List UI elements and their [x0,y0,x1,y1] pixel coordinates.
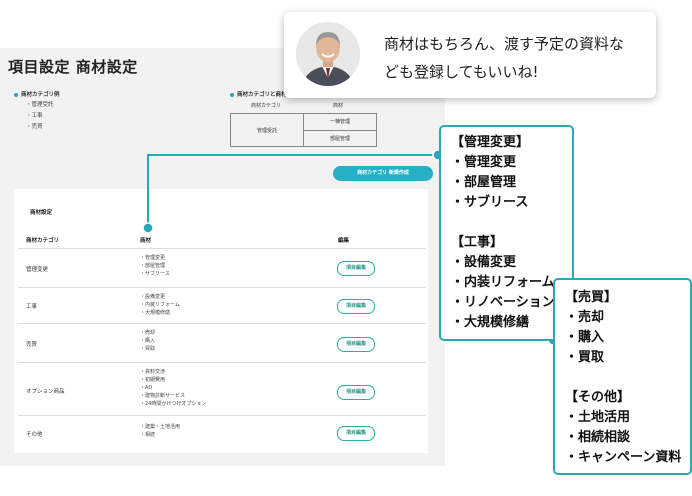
person-avatar-icon [296,22,360,86]
callout-spacer [451,213,572,233]
callout-line: ・サブリース [451,195,529,210]
speech-text: 商材はもちろん、渡す予定の資料な ども登録してもいいね! [384,30,649,86]
callout-line: ・キャンペーン資料 [565,450,682,465]
speech-line: 商材はもちろん、渡す予定の資料な [384,35,625,53]
speech-line: ども登録してもいいね! [384,63,539,81]
callout-line: ・管理変更 [451,155,517,170]
callout-line: 【工事】 [451,235,504,250]
callout-line: 【その他】 [565,390,631,405]
callout-spacer [565,368,690,388]
callout-box-sales-other: 【売買】 ・売却 ・購入 ・買取 【その他】 ・土地活用 ・相続相談 ・キャンペ… [553,278,692,475]
callout-line: 【売買】 [565,290,618,305]
callout-line: ・設備変更 [451,255,517,270]
callout-line: ・部屋管理 [451,175,517,190]
callout-line: ・購入 [565,330,605,345]
connector-line-1 [147,154,440,228]
callout-line: ・相続相談 [565,430,631,445]
connector-node [142,222,154,234]
avatar [296,22,360,86]
callout-line: ・買取 [565,350,605,365]
callout-line: ・土地活用 [565,410,631,425]
callout-line: 【管理変更】 [451,135,530,150]
callout-line: ・売却 [565,310,605,325]
